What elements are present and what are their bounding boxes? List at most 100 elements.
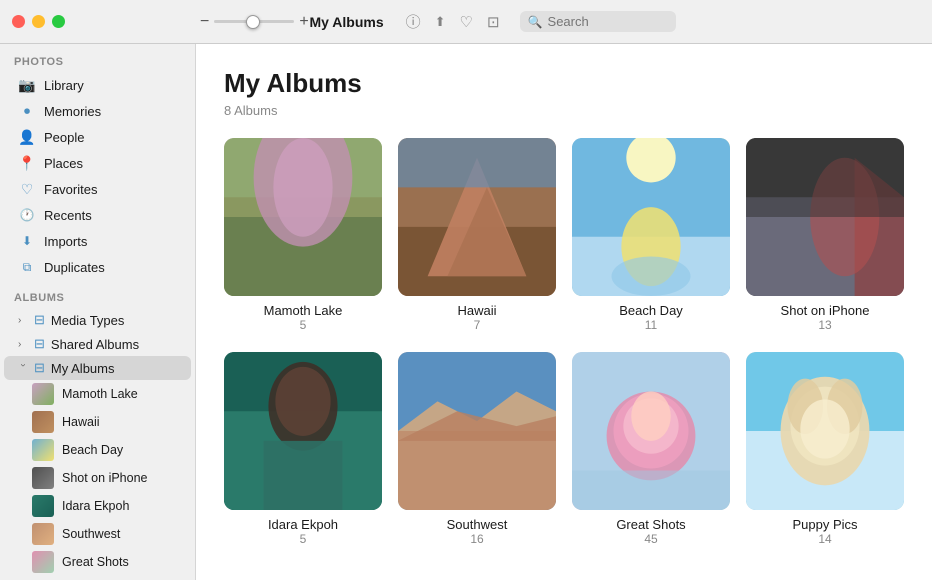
album-name-iphone: Shot on iPhone [781,303,870,318]
album-image-southwest [398,352,556,510]
sidebar-label-shared-albums: Shared Albums [51,337,139,352]
info-icon[interactable]: ⓘ [406,11,421,32]
library-icon: 📷 [18,76,36,94]
search-input[interactable] [548,14,668,29]
zoom-in-button[interactable]: + [299,14,308,30]
sidebar-label-memories: Memories [44,104,101,119]
albums-section-label: Albums [0,280,195,308]
beach-thumb [32,439,54,461]
favorites-icon: ♡ [18,180,36,198]
album-card-puppy-pics[interactable]: Puppy Pics 14 [746,352,904,546]
album-count-southwest: 16 [470,532,483,546]
album-card-southwest[interactable]: Southwest 16 [398,352,556,546]
album-card-mamoth-lake[interactable]: Mamoth Lake 5 [224,138,382,332]
minimize-button[interactable] [32,15,45,28]
album-card-great-shots[interactable]: Great Shots 45 [572,352,730,546]
zoom-out-button[interactable]: − [200,14,209,30]
search-box[interactable]: 🔍 [520,11,676,32]
album-image-idara [224,352,382,510]
sidebar-album-label-idara: Idara Ekpoh [62,499,129,513]
sidebar-item-places[interactable]: 📍 Places [4,150,191,176]
duplicates-icon: ⧉ [18,258,36,276]
traffic-lights [12,15,65,28]
maximize-button[interactable] [52,15,65,28]
album-count-hawaii: 7 [474,318,481,332]
mamoth-thumb [32,383,54,405]
albums-grid: Mamoth Lake 5 Hawaii 7 [224,138,904,546]
sidebar-album-label-beach: Beach Day [62,443,123,457]
chevron-my-albums: › [18,363,29,373]
album-count-iphone: 13 [818,318,831,332]
zoom-slider[interactable] [214,20,294,23]
media-types-icon: ⊟ [34,312,45,328]
share-icon[interactable]: ⬆ [435,14,446,30]
sidebar-label-favorites: Favorites [44,182,97,197]
sidebar-album-idara[interactable]: Idara Ekpoh [4,492,191,520]
album-card-hawaii[interactable]: Hawaii 7 [398,138,556,332]
sidebar-album-shot-iphone[interactable]: Shot on iPhone [4,464,191,492]
content-area: My Albums 8 Albums Mamoth Lake 5 [196,44,932,580]
sidebar-label-people: People [44,130,84,145]
app-body: Photos 📷 Library ⏺ Memories 👤 People 📍 P… [0,44,932,580]
sidebar-label-media-types: Media Types [51,313,124,328]
sidebar-group-shared-albums[interactable]: › ⊟ Shared Albums [4,332,191,356]
chevron-shared-albums: › [18,339,28,350]
album-card-idara[interactable]: Idara Ekpoh 5 [224,352,382,546]
album-card-beach-day[interactable]: Beach Day 11 [572,138,730,332]
close-button[interactable] [12,15,25,28]
titlebar-icons: ⓘ ⬆ ♡ ⊡ [406,11,500,32]
album-name-southwest: Southwest [447,517,508,532]
sidebar-album-greatshots[interactable]: Great Shots [4,548,191,576]
window-title: My Albums [309,14,383,30]
sidebar-label-places: Places [44,156,83,171]
sidebar-album-label-hawaii: Hawaii [62,415,100,429]
album-image-beach [572,138,730,296]
album-count: 8 Albums [224,103,904,118]
search-icon: 🔍 [528,15,543,29]
chevron-media-types: › [18,315,28,326]
sidebar-group-my-albums[interactable]: › ⊟ My Albums [4,356,191,380]
sidebar-album-hawaii[interactable]: Hawaii [4,408,191,436]
album-card-shot-iphone[interactable]: Shot on iPhone 13 [746,138,904,332]
album-name-mamoth: Mamoth Lake [264,303,343,318]
iphone-thumb [32,467,54,489]
titlebar: − + My Albums ⓘ ⬆ ♡ ⊡ 🔍 [0,0,932,44]
sidebar-item-recents[interactable]: 🕐 Recents [4,202,191,228]
sidebar-album-southwest[interactable]: Southwest [4,520,191,548]
sidebar-item-library[interactable]: 📷 Library [4,72,191,98]
sidebar-item-memories[interactable]: ⏺ Memories [4,98,191,124]
album-count-puppy: 14 [818,532,831,546]
recents-icon: 🕐 [18,206,36,224]
sidebar-album-beach-day[interactable]: Beach Day [4,436,191,464]
zoom-slider-thumb[interactable] [246,15,260,29]
album-count-greatshots: 45 [644,532,657,546]
album-name-idara: Idara Ekpoh [268,517,338,532]
sidebar-item-people[interactable]: 👤 People [4,124,191,150]
album-image-hawaii [398,138,556,296]
sidebar-label-imports: Imports [44,234,87,249]
sidebar-group-media-types[interactable]: › ⊟ Media Types [4,308,191,332]
album-count-beach: 11 [645,318,657,332]
imports-icon: ⬇ [18,232,36,250]
sidebar-album-mamoth-lake[interactable]: Mamoth Lake [4,380,191,408]
greatshots-thumb [32,551,54,573]
southwest-thumb [32,523,54,545]
titlebar-center: My Albums ⓘ ⬆ ♡ ⊡ 🔍 [65,11,920,32]
album-name-greatshots: Great Shots [616,517,685,532]
sidebar-album-label-greatshots: Great Shots [62,555,129,569]
album-count-mamoth: 5 [300,318,307,332]
album-name-puppy: Puppy Pics [792,517,857,532]
album-name-beach: Beach Day [619,303,683,318]
sidebar-label-my-albums: My Albums [51,361,115,376]
sidebar-item-favorites[interactable]: ♡ Favorites [4,176,191,202]
crop-icon[interactable]: ⊡ [487,13,500,31]
album-image-puppy [746,352,904,510]
album-image-mamoth [224,138,382,296]
people-icon: 👤 [18,128,36,146]
idara-thumb [32,495,54,517]
places-icon: 📍 [18,154,36,172]
sidebar-item-imports[interactable]: ⬇ Imports [4,228,191,254]
sidebar-item-duplicates[interactable]: ⧉ Duplicates [4,254,191,280]
favorite-icon[interactable]: ♡ [460,13,473,31]
sidebar-label-library: Library [44,78,84,93]
